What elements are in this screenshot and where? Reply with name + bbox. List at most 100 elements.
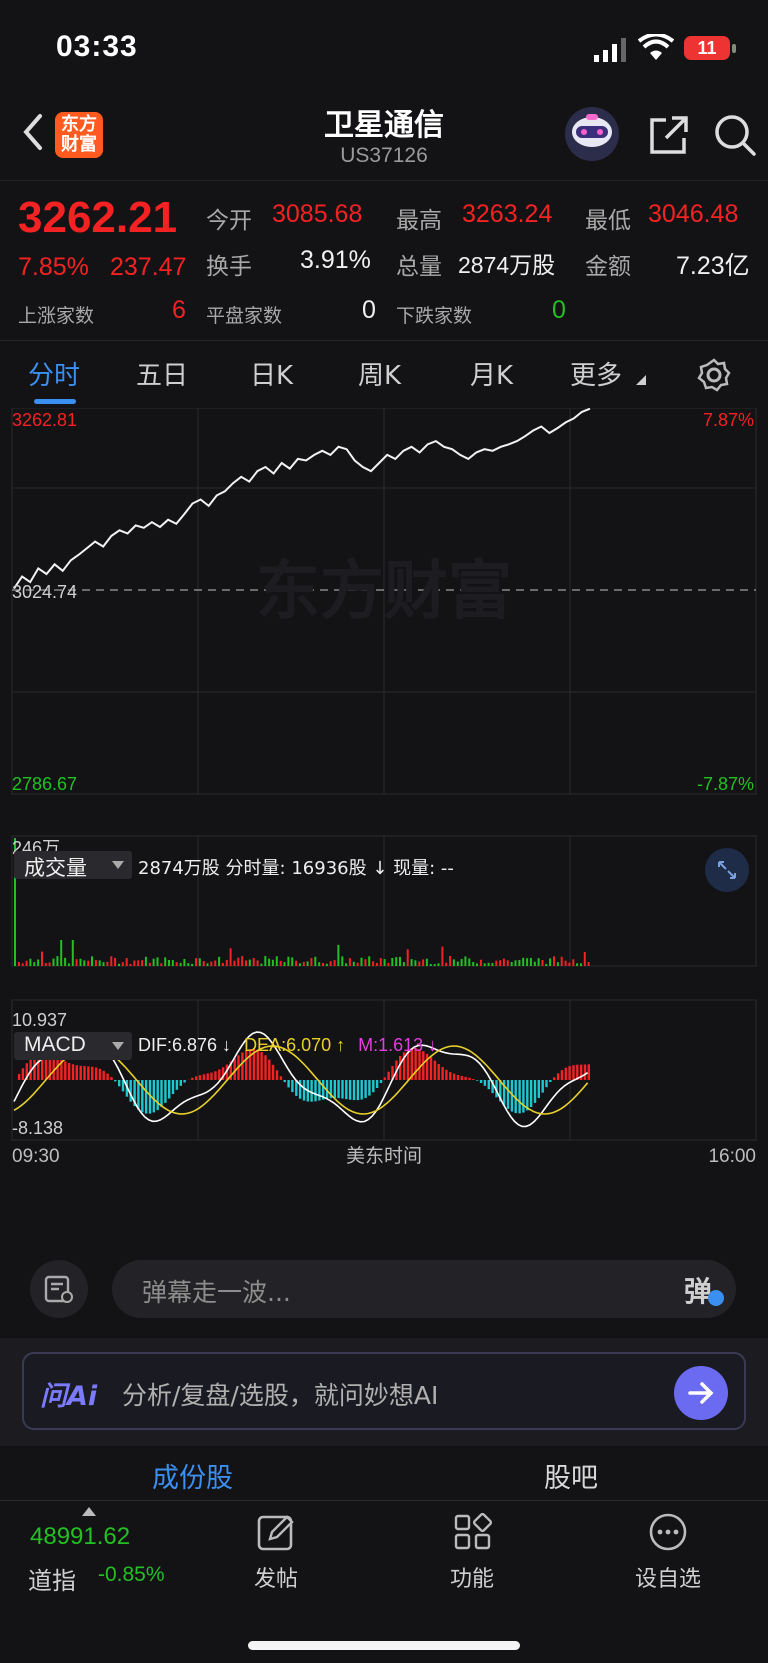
tab-day-k[interactable]: 日K xyxy=(250,355,293,392)
danmu-settings-button[interactable] xyxy=(30,1260,88,1318)
edit-icon xyxy=(257,1515,294,1551)
macd-selector[interactable]: MACD xyxy=(14,1032,132,1060)
share-icon[interactable] xyxy=(646,114,690,158)
macd-bar xyxy=(333,1080,336,1098)
macd-bar xyxy=(437,1064,440,1080)
volume-bar xyxy=(379,958,382,966)
expand-up-icon[interactable] xyxy=(82,1507,96,1516)
macd-bar xyxy=(368,1080,371,1096)
ai-prompt-bar[interactable]: 问Ai 分析/复盘/选股，就问妙想AI xyxy=(22,1352,746,1430)
status-time: 03:33 xyxy=(56,30,138,63)
nav-watchlist-label: 设自选 xyxy=(634,1567,701,1592)
volume-bar xyxy=(479,959,482,966)
macd-bar xyxy=(379,1080,383,1083)
macd-bar xyxy=(348,1080,352,1100)
comment-bar: 弹幕走一波... 弹 xyxy=(0,1238,768,1338)
volume-title: 成交量 xyxy=(24,856,87,880)
macd-bar xyxy=(241,1052,244,1080)
ai-go-button[interactable] xyxy=(674,1366,728,1420)
volume-bar xyxy=(437,963,440,966)
macd-bar xyxy=(533,1080,537,1103)
price-max-label: 3262.81 xyxy=(12,410,77,430)
volume-bar xyxy=(202,961,205,966)
danmu-placeholder: 弹幕走一波... xyxy=(142,1278,291,1307)
danmu-settings-icon xyxy=(44,1275,73,1303)
volume-bar xyxy=(133,960,136,966)
volume-bar xyxy=(360,957,363,966)
volume-bar xyxy=(329,961,332,966)
volume-bar xyxy=(499,960,502,966)
macd-bar xyxy=(452,1073,456,1080)
volume-bar xyxy=(348,958,351,966)
volume-bar xyxy=(210,961,213,966)
flat-count: 0 xyxy=(362,296,376,324)
volume-bar xyxy=(310,958,313,966)
macd-bar xyxy=(287,1080,290,1088)
settings-gear-icon[interactable] xyxy=(696,357,732,393)
volume-bar xyxy=(364,959,367,966)
volume-info: 2874万股 分时量: 16936股 ↓ 现量: -- xyxy=(138,854,454,880)
up-count-label: 上涨家数 xyxy=(18,305,95,327)
volume-total: 2874万股 xyxy=(138,858,220,879)
volume-bar xyxy=(71,940,74,966)
macd-bar xyxy=(67,1063,71,1080)
volume-bar xyxy=(402,962,405,966)
macd-bar xyxy=(337,1080,340,1099)
tab-forum[interactable]: 股吧 xyxy=(544,1456,598,1495)
macd-bar xyxy=(553,1077,556,1080)
tab-month-k[interactable]: 月K xyxy=(470,355,513,392)
volume-bar xyxy=(314,956,317,966)
volume-bar xyxy=(152,958,155,966)
chart-area[interactable]: 东方财富 3262.81 3024.74 2786.67 7.87% -7.87… xyxy=(0,407,768,1238)
macd-bar xyxy=(195,1076,198,1080)
volume-bar xyxy=(506,960,509,966)
macd-bar xyxy=(479,1080,483,1083)
volume-bar xyxy=(387,962,390,966)
search-icon[interactable] xyxy=(712,112,758,158)
danmu-input[interactable]: 弹幕走一波... 弹 xyxy=(112,1260,736,1318)
status-bar: 03:33 11 xyxy=(0,0,768,92)
volume-bar xyxy=(576,963,579,966)
volume-bar xyxy=(187,963,190,966)
ai-robot-icon[interactable] xyxy=(562,106,622,162)
macd-bar xyxy=(472,1079,475,1080)
danmu-toggle[interactable]: 弹 xyxy=(672,1264,732,1314)
tab-intraday[interactable]: 分时 xyxy=(28,355,80,392)
volume-bar xyxy=(248,959,251,966)
more-circle-icon xyxy=(649,1513,687,1551)
volume-bar xyxy=(464,956,467,966)
volume-selector[interactable]: 成交量 xyxy=(14,851,132,880)
volume-bar xyxy=(375,963,378,966)
nav-functions[interactable]: 功能 xyxy=(412,1511,532,1593)
macd-bar xyxy=(171,1080,175,1094)
tab-five-day[interactable]: 五日 xyxy=(136,355,188,392)
tab-more[interactable]: 更多 xyxy=(570,355,622,392)
volume-bar xyxy=(229,948,232,966)
macd-bar xyxy=(356,1080,360,1101)
volume-bar xyxy=(337,944,340,966)
tab-constituents[interactable]: 成份股 xyxy=(152,1456,233,1495)
nav-watchlist[interactable]: 设自选 xyxy=(608,1511,728,1593)
volume-bar xyxy=(352,961,355,966)
volume-bar xyxy=(191,963,194,966)
volume-bar xyxy=(491,963,494,966)
volume-bar xyxy=(252,958,255,966)
tab-week-k[interactable]: 周K xyxy=(358,355,401,392)
battery-indicator: 11 xyxy=(684,36,730,60)
macd-bar xyxy=(345,1080,348,1100)
ai-prompt-text: 分析/复盘/选股，就问妙想AI xyxy=(122,1381,439,1410)
volume-bar xyxy=(83,960,86,966)
home-indicator xyxy=(248,1641,520,1650)
volume-bar xyxy=(580,963,582,966)
price-min-label: 2786.67 xyxy=(12,774,77,794)
turnover-value: 3.91% xyxy=(300,246,371,274)
macd-bar xyxy=(529,1080,533,1108)
nav-post[interactable]: 发帖 xyxy=(216,1511,336,1593)
volume-bar xyxy=(129,963,132,966)
volume-bar xyxy=(356,962,359,966)
expand-icon[interactable] xyxy=(705,848,749,892)
volume-now: 现量: -- xyxy=(393,858,454,879)
volume-bar xyxy=(98,960,101,966)
volume-bar xyxy=(449,956,452,966)
bottom-nav: 48991.62 道指 -0.85% 发帖 功能 设自选 xyxy=(0,1500,768,1663)
